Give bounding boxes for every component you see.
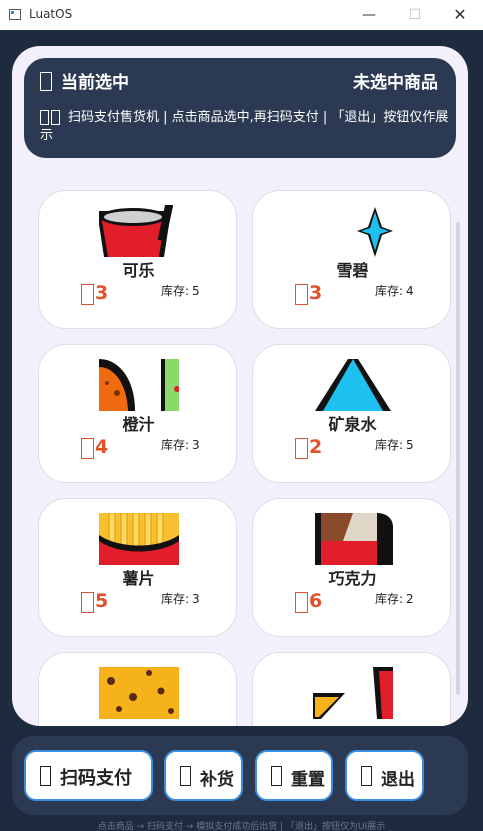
product-price: 6 [309,590,323,612]
app-root: 当前选中 未选中商品 扫码支付售货机 | 点击商品选中,再扫码支付 | 「退出」… [0,30,483,831]
product-name: 橙汁 [122,415,155,434]
maximize-button[interactable]: ☐ [392,0,438,30]
product-stock: 库存: 5 [375,438,414,452]
cola-cup-icon [99,205,179,257]
water-drop-icon [313,359,393,411]
product-name: 矿泉水 [328,415,377,434]
main-panel: 当前选中 未选中商品 扫码支付售货机 | 点击商品选中,再扫码支付 | 「退出」… [12,46,468,726]
product-price: 3 [95,282,109,304]
drink-combo-icon [313,667,393,719]
sparkle-icon [313,205,393,257]
product-stock: 库存: 3 [161,438,200,452]
product-card-orange-juice[interactable]: 橙汁 4 库存: 3 [38,344,237,483]
orange-juice-icon [99,359,179,411]
scan-pay-button[interactable]: 扫码支付 [24,750,153,801]
product-price: 5 [95,590,109,612]
minimize-button[interactable]: — [346,0,392,30]
reset-button[interactable]: 重置 [255,750,333,801]
reset-label: 重置 [291,770,325,790]
status-header: 当前选中 未选中商品 扫码支付售货机 | 点击商品选中,再扫码支付 | 「退出」… [24,58,456,158]
product-card-mineral-water[interactable]: 矿泉水 2 库存: 5 [252,344,451,483]
quit-icon [361,766,372,786]
price-icon [81,592,94,613]
window-title: LuatOS [29,7,73,21]
product-name: 可乐 [122,261,155,280]
scan-pay-label: 扫码支付 [60,768,132,789]
footer-hint: 点击商品 → 扫码支付 → 模拟支付成功后出货 | 「退出」按钮仅为UI展示 [97,822,386,831]
close-button[interactable]: ✕ [437,0,483,30]
quit-label: 退出 [381,770,415,790]
product-stock: 库存: 2 [375,592,414,606]
chocolate-bar-icon [313,513,393,565]
grid-scrollbar[interactable] [456,222,460,695]
selection-icon [40,72,52,91]
product-card-cola[interactable]: 可乐 3 库存: 5 [38,190,237,329]
product-name: 薯片 [122,569,155,588]
restock-button[interactable]: 补货 [164,750,243,801]
price-icon [295,438,308,459]
reset-icon [271,766,282,786]
product-name: 雪碧 [336,261,369,280]
price-icon [295,284,308,305]
product-card-chocolate[interactable]: 巧克力 6 库存: 2 [252,498,451,637]
action-bar: 扫码支付 补货 重置 退出 [12,736,468,815]
selected-product-value: 未选中商品 [353,73,438,93]
product-stock: 库存: 4 [375,284,414,298]
french-fries-icon [99,513,179,565]
product-price: 4 [95,436,109,458]
instructions-text: 扫码支付售货机 | 点击商品选中,再扫码支付 | 「退出」按钮仅作展示 [40,110,449,143]
product-card-drink-combo[interactable] [252,652,451,726]
restock-icon [180,766,191,786]
scan-icon [40,766,51,786]
quit-button[interactable]: 退出 [345,750,424,801]
price-icon [295,592,308,613]
selected-label: 当前选中 [61,73,129,93]
window-titlebar: LuatOS — ☐ ✕ [0,0,483,30]
product-price: 3 [309,282,323,304]
cookie-icon [99,667,179,719]
product-card-cookie[interactable] [38,652,237,726]
restock-label: 补货 [200,770,234,790]
product-card-sprite[interactable]: 雪碧 3 库存: 4 [252,190,451,329]
product-card-chips[interactable]: 薯片 5 库存: 3 [38,498,237,637]
product-stock: 库存: 5 [161,284,200,298]
product-stock: 库存: 3 [161,592,200,606]
price-icon [81,284,94,305]
app-window-icon [9,9,21,20]
product-name: 巧克力 [328,569,377,588]
product-grid: 可乐 3 库存: 5 雪碧 3 库存: 4 橙汁 4 库存: 3 矿泉水 2 库… [12,166,468,726]
product-price: 2 [309,436,323,458]
price-icon [81,438,94,459]
